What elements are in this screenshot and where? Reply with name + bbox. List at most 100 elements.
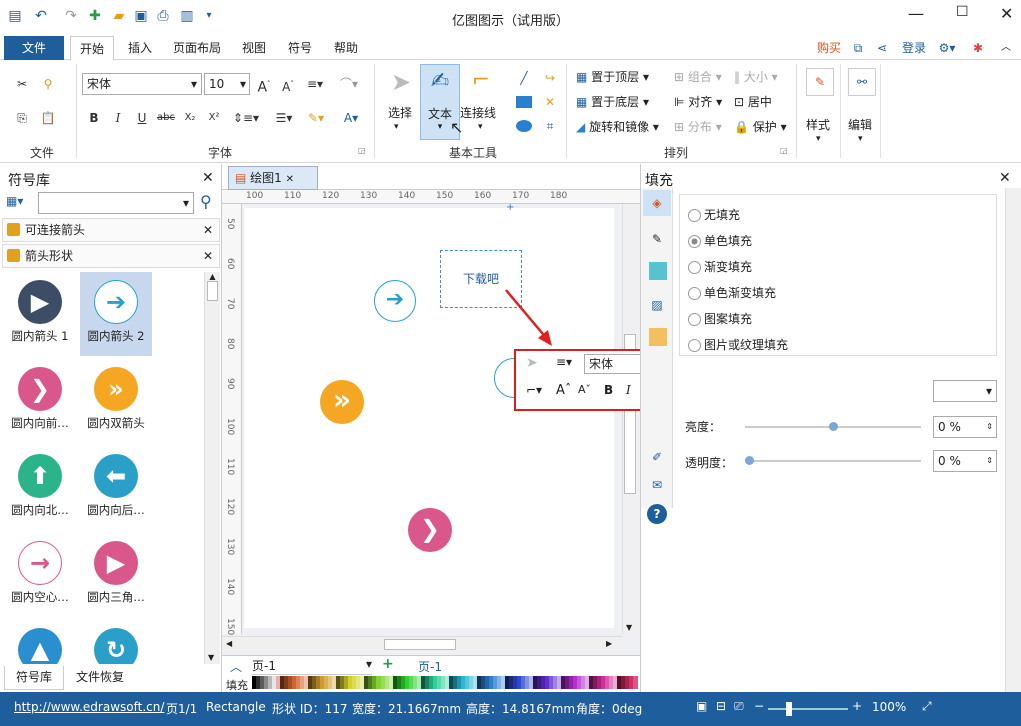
help-icon[interactable]: ? xyxy=(647,504,667,524)
rectangle-tool-icon[interactable] xyxy=(516,96,532,108)
send-back-button[interactable]: ▦ 置于底层 ▾ xyxy=(576,93,649,110)
canvas-horizontal-scrollbar[interactable]: ◀ ▶ xyxy=(222,636,622,652)
share-icon[interactable]: ⋖ xyxy=(872,36,892,60)
symbol-item[interactable]: ❯ 圆内向前… xyxy=(4,359,76,443)
note-tab-icon[interactable]: ✐ xyxy=(643,444,671,470)
align-button[interactable]: ⊫ 对齐 ▾ xyxy=(674,93,722,110)
symbol-item[interactable]: ↻ xyxy=(80,620,152,664)
crop-tool-icon[interactable]: ⌗ xyxy=(540,116,560,136)
symbol-item[interactable]: ▲ xyxy=(4,620,76,664)
font-dialog-launcher-icon[interactable]: ◲ xyxy=(358,146,366,155)
ellipse-tool-icon[interactable] xyxy=(516,120,532,132)
cut-icon[interactable]: ✂ xyxy=(12,74,32,94)
copy-icon[interactable]: ⎘ xyxy=(12,108,32,128)
share-window-icon[interactable]: ⧉ xyxy=(848,36,868,60)
comment-tab-icon[interactable]: ✉ xyxy=(643,472,671,498)
font-color-icon[interactable]: A▾ xyxy=(338,108,364,128)
transparency-slider-thumb[interactable] xyxy=(745,456,754,465)
select-pointer-icon[interactable]: ➤ xyxy=(526,355,538,371)
curve-tool-icon[interactable]: ↪ xyxy=(540,68,560,88)
maximize-icon[interactable]: ☐ xyxy=(956,4,969,20)
style-label[interactable]: 样式 xyxy=(806,116,830,133)
highlight-icon[interactable]: ✎▾ xyxy=(302,108,330,128)
tab-symbol-library[interactable]: 符号库 xyxy=(4,666,64,690)
strikethrough-icon[interactable]: abc xyxy=(156,108,176,128)
brightness-slider-thumb[interactable] xyxy=(829,422,838,431)
scroll-thumb[interactable] xyxy=(384,639,456,650)
superscript-icon[interactable]: X² xyxy=(204,108,224,128)
connector-tool-icon[interactable]: ⌐ xyxy=(466,68,496,96)
line-tab-icon[interactable]: ✎ xyxy=(643,226,671,252)
fill-panel-scrollbar[interactable] xyxy=(1005,188,1021,692)
italic-icon[interactable]: I xyxy=(108,108,128,128)
website-link[interactable]: http://www.edrawsoft.cn/ xyxy=(14,700,164,714)
document-tab[interactable]: ▤ 绘图1 ✕ xyxy=(228,166,318,190)
symbol-item[interactable]: ⬆ 圆内向北… xyxy=(4,446,76,530)
symbol-item[interactable]: ▶ 圆内箭头 1 xyxy=(4,272,76,356)
scroll-down-icon[interactable]: ▼ xyxy=(626,623,632,632)
symbol-item[interactable]: ⬅ 圆内向后… xyxy=(80,446,152,530)
symbol-item[interactable]: ▶ 圆内三角… xyxy=(80,533,152,617)
font-name-select[interactable]: 宋体 ▾ xyxy=(82,73,202,95)
circle-forward-arrow-shape[interactable]: ❯ xyxy=(408,508,452,552)
collapse-ribbon-icon[interactable]: ︿ xyxy=(996,36,1016,60)
zoom-slider[interactable] xyxy=(768,702,848,716)
close-icon[interactable]: ✕ xyxy=(1000,4,1013,23)
fit-width-icon[interactable]: ⊟ xyxy=(716,699,726,713)
connector-tool-label[interactable]: 连接线 xyxy=(460,104,496,121)
transparency-input[interactable]: 0 % ⇕ xyxy=(933,450,997,472)
protect-button[interactable]: 🔒 保护 ▾ xyxy=(734,118,787,135)
find-icon[interactable]: ⚯ xyxy=(848,68,876,96)
brightness-slider[interactable] xyxy=(745,422,921,431)
fill-option-none[interactable]: 无填充 xyxy=(688,207,740,223)
zoom-slider-thumb[interactable] xyxy=(786,702,792,716)
drawing-page[interactable]: ➔ 下载吧 » ❯ + xyxy=(244,202,614,628)
scroll-right-icon[interactable]: ▶ xyxy=(606,639,612,648)
rotate-button[interactable]: ◢ 旋转和镜像 ▾ xyxy=(576,118,659,135)
shrink-font-icon[interactable]: Aˇ xyxy=(578,383,591,396)
library-search-input[interactable]: ▾ xyxy=(38,192,194,214)
tab-close-icon[interactable]: ✕ xyxy=(286,174,294,185)
apps-icon[interactable]: ✱ xyxy=(968,36,988,60)
paste-icon[interactable]: 📋 xyxy=(38,108,58,128)
settings-icon[interactable]: ⚙▾ xyxy=(932,36,962,60)
presentation-icon[interactable]: ⎚ xyxy=(734,699,744,714)
canvas-vertical-scrollbar[interactable]: ▼ xyxy=(622,204,638,634)
center-button[interactable]: ⊡ 居中 xyxy=(734,93,772,110)
line-tool-icon[interactable]: ╱ xyxy=(514,68,534,88)
symbol-item[interactable]: » 圆内双箭头 xyxy=(80,359,152,443)
transparency-slider[interactable] xyxy=(745,456,921,465)
color-swatches[interactable] xyxy=(252,676,638,689)
zoom-out-icon[interactable]: − xyxy=(754,699,764,713)
tab-file-recovery[interactable]: 文件恢复 xyxy=(68,666,132,690)
symbol-item[interactable]: ➔ 圆内箭头 2 xyxy=(80,272,152,356)
tab-home[interactable]: 开始 xyxy=(70,36,114,60)
category-close-icon[interactable]: ✕ xyxy=(203,245,213,267)
fill-tab-icon[interactable]: ◈ xyxy=(643,190,671,216)
fit-page-icon[interactable]: ▣ xyxy=(696,699,707,713)
minimize-icon[interactable]: — xyxy=(908,4,924,23)
add-page-icon[interactable]: + xyxy=(382,656,394,672)
bold-icon[interactable]: B xyxy=(604,383,613,397)
category-connectable-arrows[interactable]: 可连接箭头 ✕ xyxy=(2,218,220,242)
shrink-font-icon[interactable]: A˅ xyxy=(278,74,298,94)
symbol-item[interactable]: → 圆内空心… xyxy=(4,533,76,617)
library-menu-icon[interactable]: ▦▾ xyxy=(6,194,36,214)
scroll-down-icon[interactable]: ▼ xyxy=(208,653,214,662)
italic-icon[interactable]: I xyxy=(626,383,631,397)
group-button[interactable]: ⊞ 组合 ▾ xyxy=(674,68,722,85)
login-link[interactable]: 登录 xyxy=(898,36,930,60)
fill-panel-close-icon[interactable]: ✕ xyxy=(999,170,1011,186)
layer-tab-icon[interactable] xyxy=(649,328,667,346)
color-swatch[interactable] xyxy=(633,676,638,689)
image-tab-icon[interactable]: ▨ xyxy=(643,292,671,318)
circle-arrow-shape[interactable]: ➔ xyxy=(374,280,416,322)
align-text-icon[interactable]: ≡▾ xyxy=(302,74,328,94)
underline-icon[interactable]: U xyxy=(132,108,152,128)
text-direction-icon[interactable]: ⌒▾ xyxy=(336,74,362,94)
bullets-icon[interactable]: ☰▾ xyxy=(270,108,298,128)
fullscreen-icon[interactable]: ⤢ xyxy=(922,699,932,714)
library-scrollbar[interactable]: ▲ ▼ xyxy=(204,272,220,664)
pen-tool-icon[interactable]: ✕ xyxy=(540,92,560,112)
tab-symbol[interactable]: 符号 xyxy=(280,36,320,60)
